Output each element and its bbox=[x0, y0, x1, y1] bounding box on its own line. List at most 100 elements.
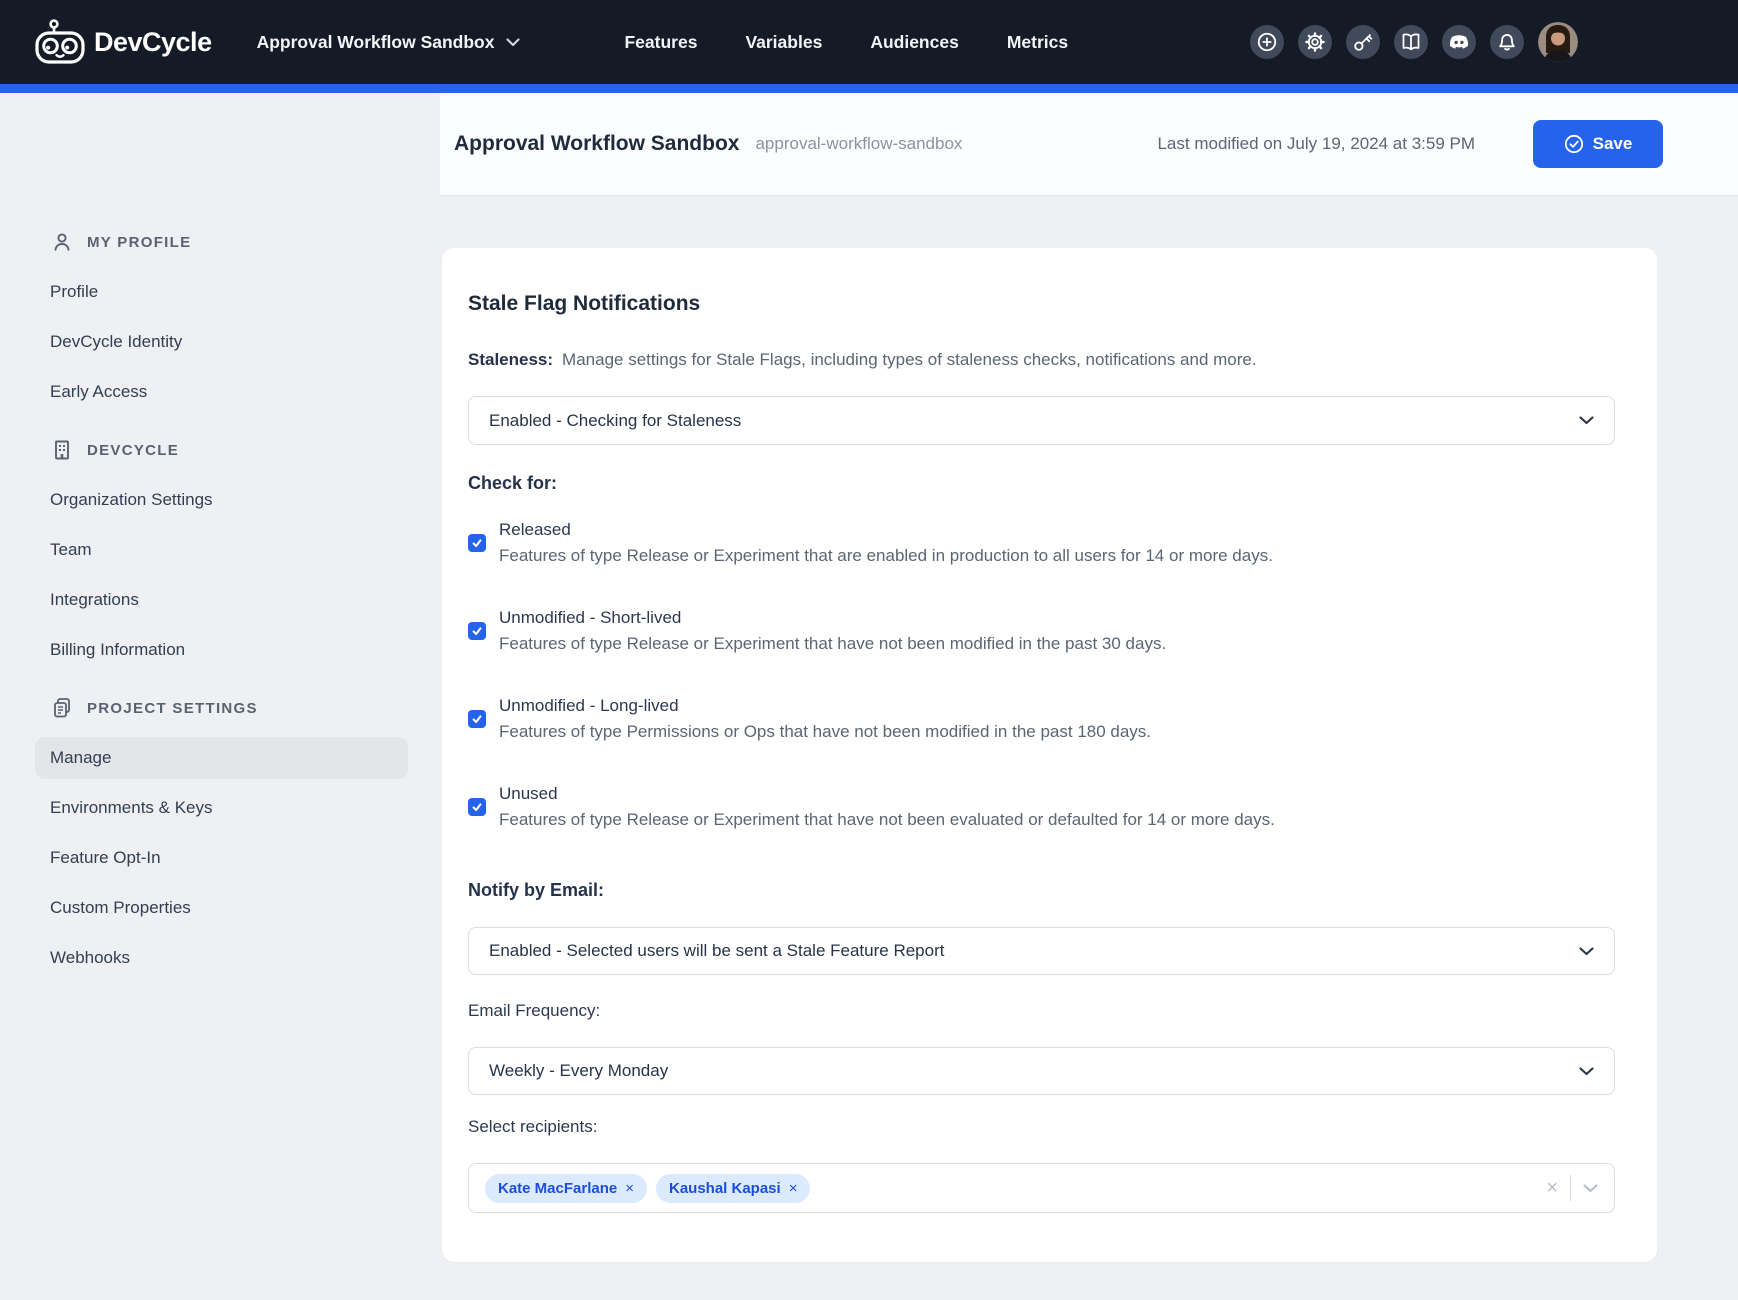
recipient-name: Kate MacFarlane bbox=[498, 1180, 617, 1197]
check-label: Unmodified - Long-lived bbox=[499, 693, 1151, 719]
nav-link-variables[interactable]: Variables bbox=[745, 32, 822, 53]
check-label: Unused bbox=[499, 781, 1275, 807]
remove-recipient-icon[interactable]: × bbox=[625, 1181, 634, 1196]
brand-name: DevCycle bbox=[94, 27, 212, 58]
nav-link-audiences[interactable]: Audiences bbox=[870, 32, 959, 53]
staleness-select-value: Enabled - Checking for Staleness bbox=[489, 411, 741, 431]
check-icon bbox=[471, 713, 483, 725]
check-text: Unmodified - Short-lived Features of typ… bbox=[499, 605, 1166, 657]
building-icon bbox=[50, 438, 74, 462]
page-header: Approval Workflow Sandbox approval-workf… bbox=[440, 93, 1738, 196]
top-navbar: DevCycle Approval Workflow Sandbox Featu… bbox=[0, 0, 1738, 84]
nav-link-metrics[interactable]: Metrics bbox=[1007, 32, 1068, 53]
sidebar-section-devcycle: DEVCYCLE bbox=[0, 429, 440, 471]
recipient-tag-kaushal: Kaushal Kapasi × bbox=[656, 1174, 810, 1203]
chevron-down-icon bbox=[1579, 416, 1594, 425]
check-row-unmodified-long: Unmodified - Long-lived Features of type… bbox=[468, 693, 1615, 745]
save-button[interactable]: Save bbox=[1533, 120, 1663, 168]
notifications-button[interactable] bbox=[1490, 25, 1524, 59]
unused-checkbox[interactable] bbox=[468, 798, 486, 816]
sidebar-list-my-profile: Profile DevCycle Identity Early Access bbox=[0, 271, 440, 413]
recipients-select[interactable]: Kate MacFarlane × Kaushal Kapasi × × bbox=[468, 1163, 1615, 1213]
docs-button[interactable] bbox=[1394, 25, 1428, 59]
notify-by-email-label: Notify by Email: bbox=[468, 877, 1615, 903]
check-desc: Features of type Release or Experiment t… bbox=[499, 807, 1275, 833]
sidebar-item-feature-opt-in[interactable]: Feature Opt-In bbox=[35, 837, 408, 879]
unmodified-long-checkbox[interactable] bbox=[468, 710, 486, 728]
unmodified-short-checkbox[interactable] bbox=[468, 622, 486, 640]
sidebar-list-project-settings: Manage Environments & Keys Feature Opt-I… bbox=[0, 737, 440, 979]
check-text: Unused Features of type Release or Exper… bbox=[499, 781, 1275, 833]
check-label: Unmodified - Short-lived bbox=[499, 605, 1166, 631]
check-text: Released Features of type Release or Exp… bbox=[499, 517, 1273, 569]
page-slug: approval-workflow-sandbox bbox=[755, 134, 962, 154]
book-icon bbox=[1400, 31, 1422, 53]
sidebar-item-manage[interactable]: Manage bbox=[35, 737, 408, 779]
discord-icon bbox=[1447, 30, 1471, 54]
divider bbox=[1570, 1175, 1571, 1201]
sidebar-item-devcycle-identity[interactable]: DevCycle Identity bbox=[35, 321, 408, 363]
select-recipients-label: Select recipients: bbox=[468, 1115, 1615, 1139]
bell-icon bbox=[1496, 31, 1518, 53]
save-button-label: Save bbox=[1593, 134, 1633, 154]
user-avatar[interactable] bbox=[1538, 22, 1578, 62]
sidebar-item-environments-keys[interactable]: Environments & Keys bbox=[35, 787, 408, 829]
staleness-description: Staleness:Manage settings for Stale Flag… bbox=[468, 348, 1615, 372]
stale-flag-notifications-card: Stale Flag Notifications Staleness:Manag… bbox=[442, 248, 1657, 1262]
sidebar-list-devcycle: Organization Settings Team Integrations … bbox=[0, 479, 440, 671]
released-checkbox[interactable] bbox=[468, 534, 486, 552]
sidebar-item-custom-properties[interactable]: Custom Properties bbox=[35, 887, 408, 929]
staleness-checks: Released Features of type Release or Exp… bbox=[468, 517, 1615, 833]
sidebar-section-project-settings: PROJECT SETTINGS bbox=[0, 687, 440, 729]
email-frequency-label: Email Frequency: bbox=[468, 999, 1615, 1023]
notify-email-select-value: Enabled - Selected users will be sent a … bbox=[489, 941, 944, 961]
check-row-unmodified-short: Unmodified - Short-lived Features of typ… bbox=[468, 605, 1615, 657]
check-icon bbox=[471, 625, 483, 637]
sidebar-section-label: DEVCYCLE bbox=[87, 442, 179, 459]
staleness-select[interactable]: Enabled - Checking for Staleness bbox=[468, 396, 1615, 445]
page-title: Approval Workflow Sandbox bbox=[454, 132, 739, 156]
sidebar-item-integrations[interactable]: Integrations bbox=[35, 579, 408, 621]
multiselect-controls: × bbox=[1546, 1175, 1598, 1201]
create-button[interactable] bbox=[1250, 25, 1284, 59]
card-title: Stale Flag Notifications bbox=[468, 292, 1615, 316]
check-desc: Features of type Release or Experiment t… bbox=[499, 631, 1166, 657]
settings-button[interactable] bbox=[1298, 25, 1332, 59]
clear-recipients-icon[interactable]: × bbox=[1546, 1178, 1558, 1198]
devcycle-logo[interactable]: DevCycle bbox=[33, 19, 212, 65]
chevron-down-icon bbox=[1579, 1067, 1594, 1076]
email-frequency-select[interactable]: Weekly - Every Monday bbox=[468, 1047, 1615, 1095]
check-circle-icon bbox=[1564, 134, 1584, 154]
sidebar-section-label: PROJECT SETTINGS bbox=[87, 700, 258, 717]
sidebar-section-label: MY PROFILE bbox=[87, 234, 191, 251]
sidebar-item-organization-settings[interactable]: Organization Settings bbox=[35, 479, 408, 521]
api-keys-button[interactable] bbox=[1346, 25, 1380, 59]
email-frequency-select-value: Weekly - Every Monday bbox=[489, 1061, 668, 1081]
project-selector[interactable]: Approval Workflow Sandbox bbox=[257, 32, 521, 53]
project-selector-label: Approval Workflow Sandbox bbox=[257, 32, 495, 53]
recipient-name: Kaushal Kapasi bbox=[669, 1180, 781, 1197]
plus-circle-icon bbox=[1256, 31, 1278, 53]
recipient-tag-kate: Kate MacFarlane × bbox=[485, 1174, 647, 1203]
discord-button[interactable] bbox=[1442, 25, 1476, 59]
sidebar-item-profile[interactable]: Profile bbox=[35, 271, 408, 313]
check-for-label: Check for: bbox=[468, 471, 1615, 495]
nav-link-features[interactable]: Features bbox=[624, 32, 697, 53]
chevron-down-icon[interactable] bbox=[1583, 1184, 1598, 1193]
staleness-label: Staleness: bbox=[468, 350, 553, 369]
check-row-unused: Unused Features of type Release or Exper… bbox=[468, 781, 1615, 833]
sidebar-section-my-profile: MY PROFILE bbox=[0, 221, 440, 263]
devcycle-robot-icon bbox=[33, 19, 87, 65]
check-text: Unmodified - Long-lived Features of type… bbox=[499, 693, 1151, 745]
sidebar-item-billing-information[interactable]: Billing Information bbox=[35, 629, 408, 671]
nav-links: Features Variables Audiences Metrics bbox=[624, 32, 1068, 53]
sidebar-item-team[interactable]: Team bbox=[35, 529, 408, 571]
sidebar-item-webhooks[interactable]: Webhooks bbox=[35, 937, 408, 979]
check-icon bbox=[471, 537, 483, 549]
sidebar-item-early-access[interactable]: Early Access bbox=[35, 371, 408, 413]
last-modified-text: Last modified on July 19, 2024 at 3:59 P… bbox=[1157, 134, 1475, 154]
notify-email-select[interactable]: Enabled - Selected users will be sent a … bbox=[468, 927, 1615, 975]
chevron-down-icon bbox=[506, 38, 520, 47]
remove-recipient-icon[interactable]: × bbox=[789, 1181, 798, 1196]
check-icon bbox=[471, 801, 483, 813]
